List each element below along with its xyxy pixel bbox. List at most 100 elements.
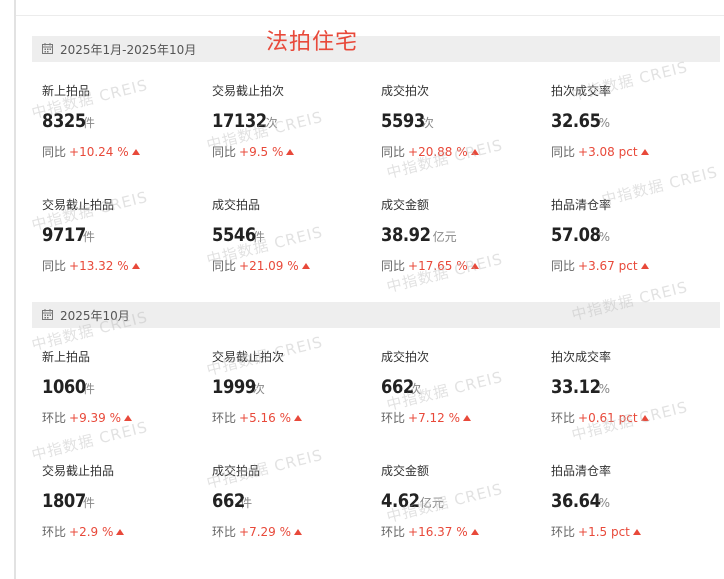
change-value: +17.65 % (408, 259, 468, 273)
change-value: +1.5 pct (578, 525, 630, 539)
up-arrow-icon (463, 415, 472, 421)
metric-value: 1060 (42, 376, 86, 398)
metric-card: 成交拍品 662件 环比 +7.29 % (212, 462, 372, 540)
metric-value: 32.65 (551, 110, 601, 132)
change-value: +16.37 % (408, 525, 468, 539)
calendar-icon (42, 43, 53, 54)
metric-unit: 亿元 (432, 230, 457, 244)
metric-card: 成交拍次 5593次 同比 +20.88 % (381, 82, 541, 160)
metric-label: 拍品清仓率 (551, 464, 612, 478)
metric-label: 成交拍次 (381, 84, 430, 98)
change-value: +21.09 % (239, 259, 299, 273)
up-arrow-icon (640, 149, 649, 155)
change-value: +3.08 pct (578, 145, 638, 159)
section-header: 2025年1月-2025年10月 (32, 36, 720, 62)
metric-card: 成交金额 4.62亿元环比 +16.37 % (381, 462, 541, 540)
change-value: +2.9 % (69, 525, 114, 539)
metric-value: 662 (381, 376, 414, 398)
up-arrow-icon (124, 415, 133, 421)
change-value: +5.16 % (239, 411, 292, 425)
up-arrow-icon (301, 263, 310, 269)
metric-card: 交易截止拍次 17132次 同比 +9.5 % (212, 82, 372, 160)
comparison-label: 同比 (381, 145, 406, 159)
metric-card: 新上拍品 8325件 同比 +10.24 % (42, 82, 202, 160)
comparison-label: 环比 (551, 411, 576, 425)
comparison-label: 环比 (42, 411, 67, 425)
metric-label: 拍次成交率 (551, 350, 612, 364)
metric-label: 交易截止拍次 (212, 350, 285, 364)
metric-label: 新上拍品 (42, 350, 91, 364)
metric-unit: 次 (265, 116, 278, 130)
comparison-label: 同比 (212, 145, 237, 159)
change-value: +13.32 % (69, 259, 129, 273)
metric-label: 成交拍次 (381, 350, 430, 364)
metric-value: 36.64 (551, 490, 601, 512)
metric-value: 662 (212, 490, 245, 512)
change-value: +0.61 pct (578, 411, 638, 425)
up-arrow-icon (294, 415, 303, 421)
metric-value: 9717 (42, 224, 86, 246)
metric-label: 成交拍品 (212, 198, 261, 212)
up-arrow-icon (470, 263, 479, 269)
metric-card: 拍次成交率 33.12% 环比 +0.61 pct (551, 348, 711, 426)
period-label: 2025年1月-2025年10月 (60, 43, 197, 57)
metric-unit: 亿元 (419, 496, 444, 510)
metric-label: 拍品清仓率 (551, 198, 612, 212)
up-arrow-icon (470, 529, 479, 535)
comparison-label: 环比 (42, 525, 67, 539)
up-arrow-icon (640, 263, 649, 269)
change-value: +9.39 % (69, 411, 122, 425)
metric-card: 交易截止拍品 1807件 环比 +2.9 % (42, 462, 202, 540)
metric-card: 拍品清仓率 36.64% 环比 +1.5 pct (551, 462, 711, 540)
metric-value: 8325 (42, 110, 86, 132)
metric-card: 拍次成交率 32.65% 同比 +3.08 pct (551, 82, 711, 160)
change-value: +3.67 pct (578, 259, 638, 273)
metric-value: 33.12 (551, 376, 601, 398)
metric-label: 成交金额 (381, 464, 430, 478)
metric-value: 1999 (212, 376, 256, 398)
up-arrow-icon (294, 529, 303, 535)
comparison-label: 同比 (551, 259, 576, 273)
up-arrow-icon (131, 149, 140, 155)
change-value: +9.5 % (239, 145, 284, 159)
comparison-label: 环比 (381, 411, 406, 425)
change-value: +10.24 % (69, 145, 129, 159)
period-label: 2025年10月 (60, 309, 130, 323)
metric-label: 拍次成交率 (551, 84, 612, 98)
comparison-label: 环比 (212, 411, 237, 425)
up-arrow-icon (286, 149, 295, 155)
comparison-label: 环比 (212, 525, 237, 539)
change-value: +7.12 % (408, 411, 461, 425)
comparison-label: 同比 (42, 145, 67, 159)
up-arrow-icon (116, 529, 125, 535)
metric-value: 4.62 (381, 490, 420, 512)
metric-label: 新上拍品 (42, 84, 91, 98)
up-arrow-icon (640, 415, 649, 421)
metric-card: 交易截止拍次 1999次 环比 +5.16 % (212, 348, 372, 426)
metric-card: 成交金额 38.92 亿元 同比 +17.65 % (381, 196, 541, 274)
metric-value: 5546 (212, 224, 256, 246)
metric-card: 成交拍品 5546件 同比 +21.09 % (212, 196, 372, 274)
metric-card: 交易截止拍品 9717件 同比 +13.32 % (42, 196, 202, 274)
comparison-label: 环比 (551, 525, 576, 539)
comparison-label: 同比 (42, 259, 67, 273)
metric-value: 5593 (381, 110, 425, 132)
top-divider (16, 15, 724, 16)
left-border (14, 0, 16, 579)
metric-label: 成交金额 (381, 198, 430, 212)
metric-value: 57.08 (551, 224, 601, 246)
metric-value: 1807 (42, 490, 86, 512)
comparison-label: 同比 (212, 259, 237, 273)
calendar-icon (42, 309, 53, 320)
metric-label: 交易截止拍次 (212, 84, 285, 98)
change-value: +7.29 % (239, 525, 292, 539)
comparison-label: 同比 (551, 145, 576, 159)
comparison-label: 环比 (381, 525, 406, 539)
metric-label: 交易截止拍品 (42, 464, 115, 478)
metric-card: 拍品清仓率 57.08% 同比 +3.67 pct (551, 196, 711, 274)
up-arrow-icon (470, 149, 479, 155)
overlay-title: 法拍住宅 (266, 30, 359, 55)
metric-card: 新上拍品 1060件 环比 +9.39 % (42, 348, 202, 426)
change-value: +20.88 % (408, 145, 468, 159)
comparison-label: 同比 (381, 259, 406, 273)
